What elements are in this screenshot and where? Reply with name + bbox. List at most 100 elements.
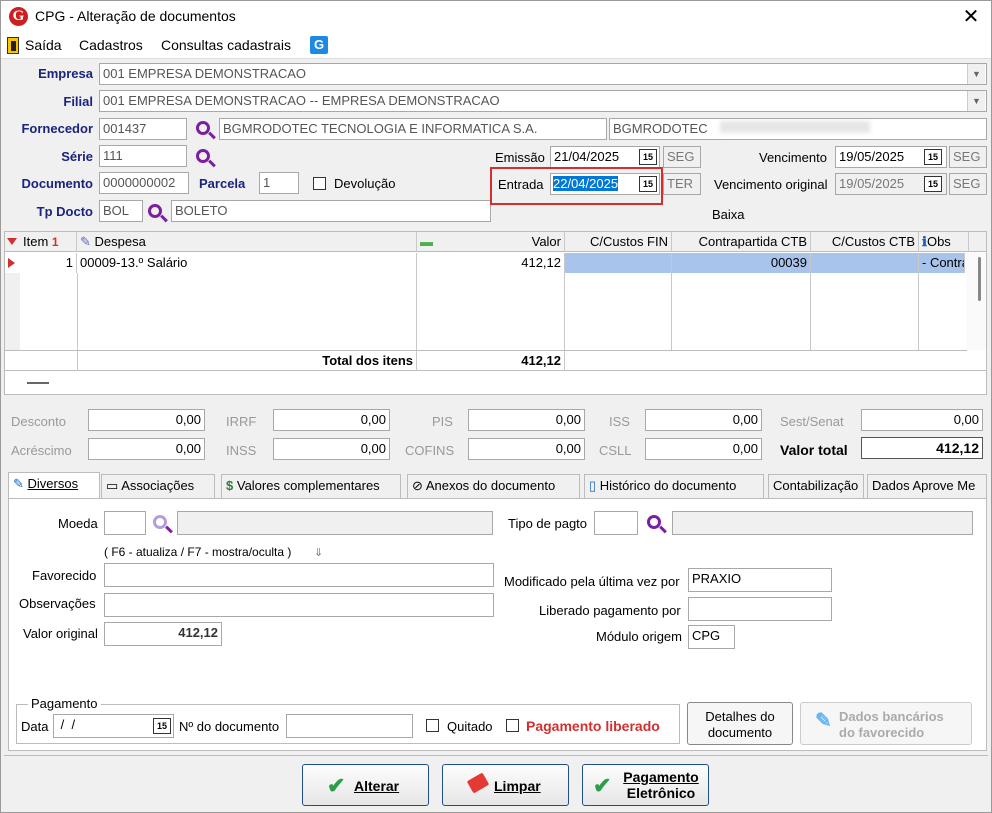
- desconto-input[interactable]: 0,00: [88, 409, 205, 431]
- alterar-button[interactable]: ✔ Alterar: [302, 764, 429, 806]
- quitado-checkbox[interactable]: [426, 719, 439, 732]
- pagamento-group-label: Pagamento: [28, 696, 101, 711]
- vencimento-calendar-icon[interactable]: 15: [924, 149, 942, 165]
- serie-search-icon[interactable]: [196, 149, 210, 163]
- hscroll-thumb[interactable]: [27, 382, 49, 384]
- grid-header: Item 1 ✎ Despesa ▬ Valor C/Custos FIN Con…: [5, 232, 986, 252]
- valor-original-field: 412,12: [104, 622, 222, 646]
- moeda-input[interactable]: [104, 511, 146, 535]
- menu-saida[interactable]: Saída: [25, 37, 62, 53]
- iss-label: ISS: [609, 414, 630, 429]
- scroll-thumb[interactable]: [978, 257, 981, 301]
- tab-contabilizacao[interactable]: Contabilização: [768, 474, 864, 498]
- fornecedor-short-value: BGMRODOTEC: [613, 121, 708, 136]
- tipo-pagto-input[interactable]: [594, 511, 638, 535]
- col-obs-label: Obs: [926, 234, 951, 249]
- indicator-down-icon: [7, 238, 17, 245]
- irrf-label: IRRF: [226, 414, 257, 429]
- documento-input[interactable]: 0000000002: [99, 172, 189, 194]
- valor-total-field: 412,12: [861, 437, 983, 459]
- limpar-button[interactable]: Limpar: [442, 764, 569, 806]
- acrescimo-input[interactable]: 0,00: [88, 438, 205, 460]
- pis-label: PIS: [432, 414, 453, 429]
- fornecedor-search-icon[interactable]: [196, 121, 210, 135]
- parcela-input[interactable]: 1: [259, 172, 299, 194]
- detalhes-line1: Detalhes do: [705, 709, 775, 724]
- grid-vertical-scrollbar[interactable]: [966, 253, 986, 350]
- acrescimo-label: Acréscimo: [11, 443, 72, 458]
- desconto-label: Desconto: [11, 414, 66, 429]
- tab-anexos[interactable]: ⊘ Anexos do documento: [407, 474, 580, 498]
- cell-ccfin[interactable]: [565, 253, 672, 273]
- tab-valores-complementares[interactable]: $ Valores complementares: [221, 474, 401, 498]
- col-item[interactable]: Item 1: [20, 232, 77, 252]
- tab-associacoes[interactable]: ▭ Associações: [101, 474, 215, 498]
- tpdocto-search-icon[interactable]: [148, 204, 162, 218]
- grid-divider: [810, 273, 811, 350]
- tab-aprove-label: Dados Aprove Me: [872, 478, 976, 493]
- entrada-calendar-icon[interactable]: 15: [639, 176, 657, 192]
- fornecedor-short-field: BGMRODOTEC: [609, 118, 987, 140]
- pis-input[interactable]: 0,00: [468, 409, 585, 431]
- fornecedor-code-input[interactable]: 001437: [99, 118, 187, 140]
- serie-input[interactable]: 111: [99, 145, 187, 167]
- pagamento-eletronico-button[interactable]: ✔ Pagamento Eletrônico: [582, 764, 709, 806]
- tab-diversos-label: Diversos: [27, 476, 79, 491]
- inss-input[interactable]: 0,00: [273, 438, 390, 460]
- filial-dropdown-icon[interactable]: ▼: [967, 91, 985, 111]
- col-valor[interactable]: ▬ Valor: [417, 232, 565, 252]
- detalhes-documento-button[interactable]: Detalhes do documento: [687, 702, 793, 745]
- documento-label: Documento: [21, 176, 94, 191]
- tpdocto-label: Tp Docto: [36, 204, 93, 219]
- favorecido-input[interactable]: [104, 563, 494, 587]
- cofins-input[interactable]: 0,00: [468, 438, 585, 460]
- empresa-dropdown-icon[interactable]: ▼: [967, 64, 985, 84]
- irrf-input[interactable]: 0,00: [273, 409, 390, 431]
- col-valor-label: Valor: [531, 234, 561, 249]
- liberado-checkbox[interactable]: [506, 719, 519, 732]
- cell-despesa: 00009-13.º Salário: [77, 253, 417, 273]
- exit-door-icon: [7, 37, 19, 54]
- brand-g-icon[interactable]: G: [310, 36, 328, 54]
- empresa-select[interactable]: 001 EMPRESA DEMONSTRACAO: [99, 63, 987, 85]
- filial-value: 001 EMPRESA DEMONSTRACAO -- EMPRESA DEMO…: [103, 93, 500, 108]
- iss-input[interactable]: 0,00: [645, 409, 762, 431]
- pagamento-calendar-icon[interactable]: 15: [153, 718, 171, 734]
- entrada-day-field: TER: [663, 173, 701, 195]
- moeda-search-icon[interactable]: [153, 515, 167, 529]
- sest-input[interactable]: 0,00: [861, 409, 983, 431]
- col-ccctb[interactable]: C/Custos CTB: [811, 232, 919, 252]
- grid-horizontal-scrollbar[interactable]: [4, 371, 987, 395]
- col-ccfin[interactable]: C/Custos FIN: [565, 232, 672, 252]
- devolucao-checkbox[interactable]: [313, 177, 326, 190]
- modulo-label: Módulo origem: [596, 629, 682, 644]
- col-obs[interactable]: ℹObs: [919, 232, 969, 252]
- emissao-calendar-icon[interactable]: 15: [639, 149, 657, 165]
- tab-dados-aprove-me[interactable]: Dados Aprove Me: [867, 474, 987, 498]
- tipo-pagto-search-icon[interactable]: [647, 515, 661, 529]
- csll-input[interactable]: 0,00: [645, 438, 762, 460]
- devolucao-label: Devolução: [334, 176, 396, 191]
- favorecido-label: Favorecido: [32, 568, 97, 583]
- close-button[interactable]: ✕: [959, 5, 983, 29]
- tab-diversos[interactable]: ✎ Diversos: [8, 472, 100, 499]
- menu-consultas-cadastrais[interactable]: Consultas cadastrais: [161, 37, 291, 53]
- table-row[interactable]: 1 00009-13.º Salário 412,12 00039 - Cont…: [5, 253, 965, 273]
- filial-select[interactable]: 001 EMPRESA DEMONSTRACAO -- EMPRESA DEMO…: [99, 90, 987, 112]
- col-despesa[interactable]: ✎ Despesa: [77, 232, 417, 252]
- venc-original-calendar-icon: 15: [924, 176, 942, 192]
- menu-cadastros[interactable]: Cadastros: [79, 37, 143, 53]
- grid-divider: [671, 273, 672, 350]
- observacoes-input[interactable]: [104, 593, 494, 617]
- tpdocto-code-input[interactable]: BOL: [99, 200, 143, 222]
- dados-bancarios-button[interactable]: ✎ Dados bancários do favorecido: [800, 702, 972, 745]
- grid-total-row: Total dos itens 412,12: [5, 350, 967, 371]
- col-contrapartida[interactable]: Contrapartida CTB: [672, 232, 811, 252]
- col-despesa-label: Despesa: [94, 234, 146, 249]
- valor-total-label: Valor total: [780, 442, 848, 458]
- items-grid[interactable]: Item 1 ✎ Despesa ▬ Valor C/Custos FIN Con…: [4, 231, 987, 371]
- tab-historico[interactable]: ▯ Histórico do documento: [584, 474, 764, 498]
- sest-label: Sest/Senat: [780, 414, 844, 429]
- ndoc-input[interactable]: [286, 714, 413, 738]
- entrada-label: Entrada: [498, 177, 544, 192]
